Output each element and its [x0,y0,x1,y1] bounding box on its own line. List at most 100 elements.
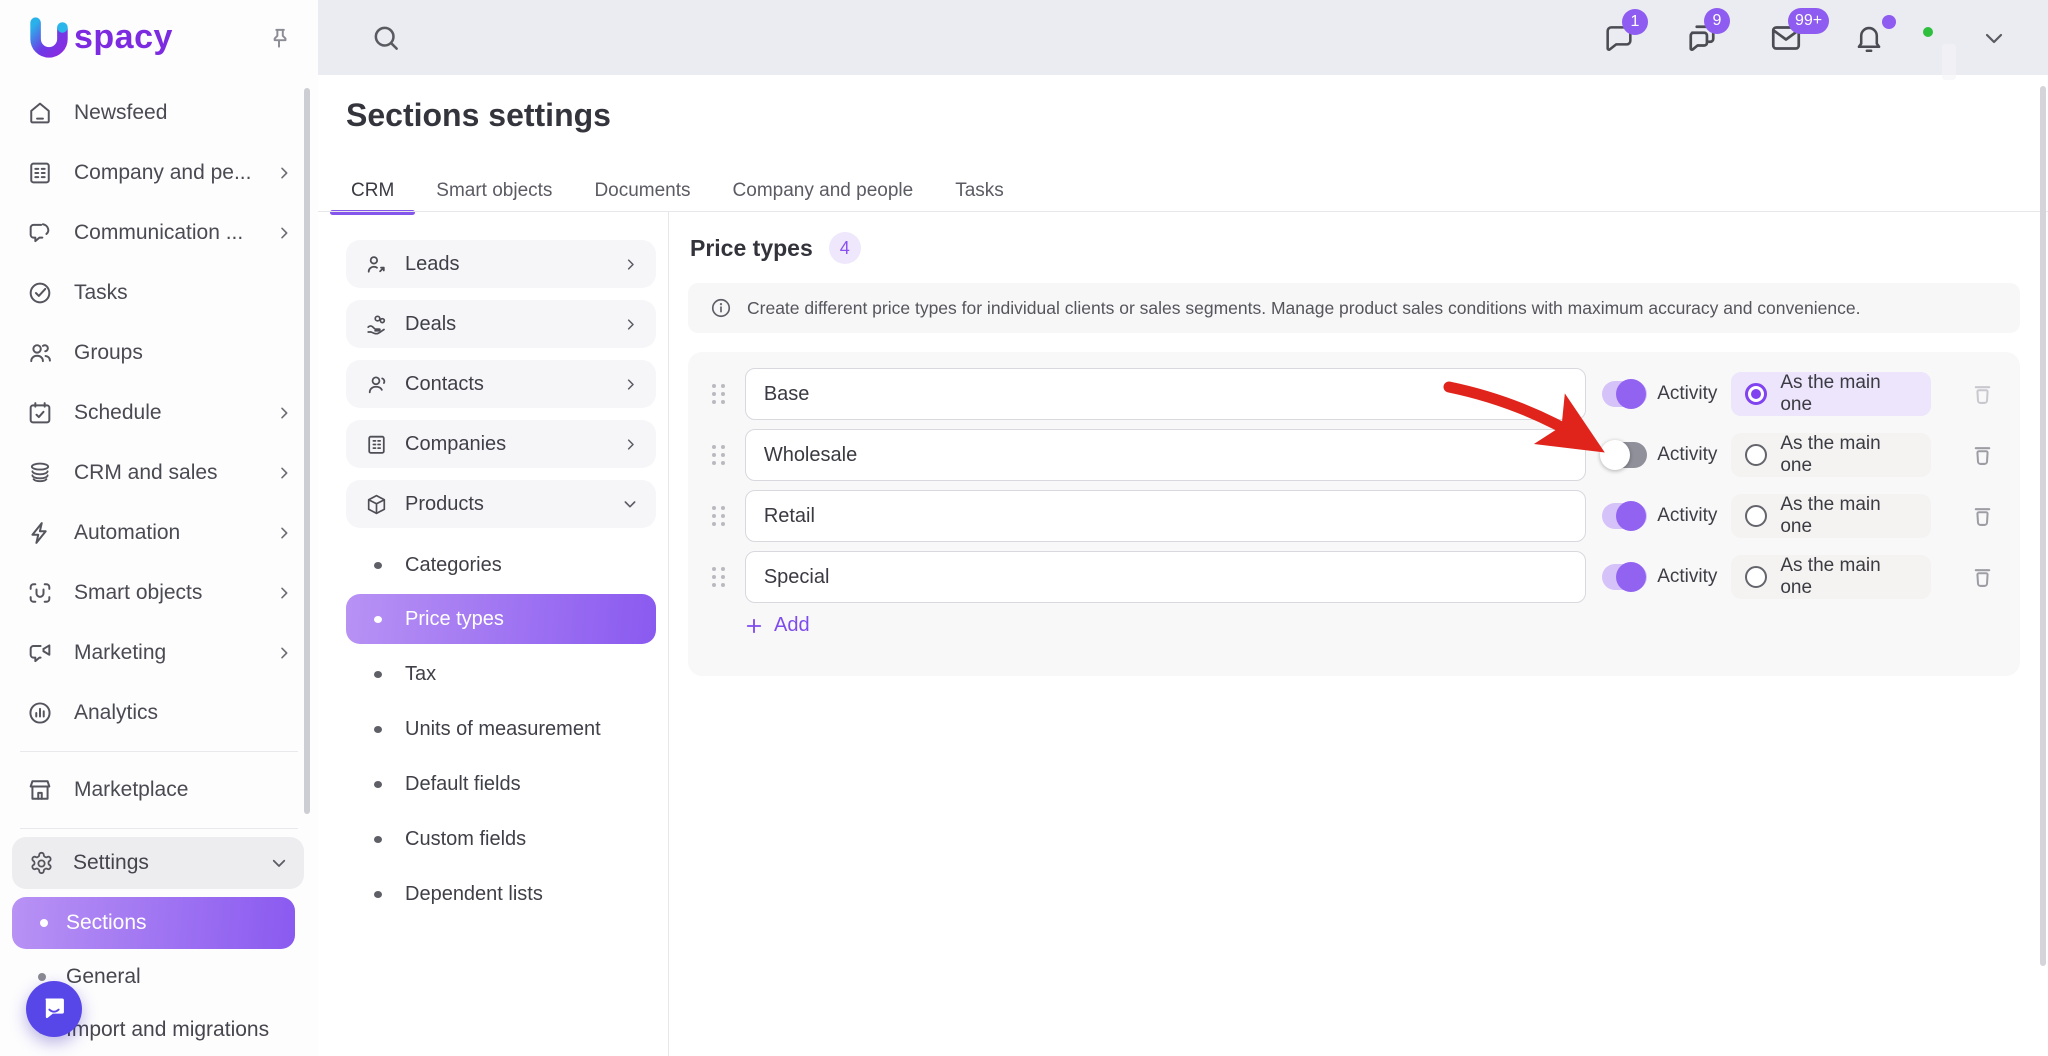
lightning-icon [26,519,54,547]
radio-icon [1745,383,1768,405]
crm-nav-label: Companies [405,432,507,455]
crm-nav-deals[interactable]: Deals [346,300,656,348]
bullet-icon [374,890,382,898]
info-banner: Create different price types for individ… [688,283,2020,333]
chevron-down-icon[interactable] [1982,26,2006,50]
info-icon [710,297,732,319]
as-main-option[interactable]: As the main one [1731,555,1931,599]
sidebar-item-sections[interactable]: Sections [12,897,295,949]
pin-sidebar-icon[interactable] [266,25,292,51]
crm-nav-contacts[interactable]: Contacts [346,360,656,408]
delete-icon[interactable] [1969,564,1996,591]
activity-toggle[interactable] [1599,440,1648,470]
sidebar-item-marketing[interactable]: Marketing [0,623,318,683]
sidebar-item-automation[interactable]: Automation [0,503,318,563]
sidebar-item-groups[interactable]: Groups [0,323,318,383]
content-area: Sections settings CRM Smart objects Docu… [318,75,2048,1056]
chevron-right-icon [276,225,292,241]
drag-handle-icon[interactable] [712,506,726,526]
as-main-option[interactable]: As the main one [1731,433,1931,477]
sidebar-item-label: Groups [74,341,143,364]
crm-sub-dependent-lists[interactable]: Dependent lists [346,872,656,916]
activity-toggle[interactable] [1601,501,1648,531]
price-type-row: Activity As the main one [712,490,1996,542]
crm-sub-custom-fields[interactable]: Custom fields [346,817,656,861]
chevron-down-icon [270,854,288,872]
add-price-type-button[interactable]: Add [744,614,810,637]
crm-sub-tax[interactable]: Tax [346,652,656,696]
section-title: Price types [690,234,813,261]
drag-handle-icon[interactable] [712,384,726,404]
sidebar-item-crm-and-sales[interactable]: CRM and sales [0,443,318,503]
sidebar-item-label: Newsfeed [74,101,168,124]
as-main-option[interactable]: As the main one [1731,494,1931,538]
crm-sub-label: Tax [405,662,437,685]
radio-icon [1745,505,1768,527]
sidebar-item-settings[interactable]: Settings [12,837,304,889]
sidebar-scrollbar[interactable] [304,88,310,814]
mail-icon[interactable]: 99+ [1768,7,1830,56]
crm-nav-leads[interactable]: Leads [346,240,656,288]
price-type-name-input[interactable] [744,551,1586,603]
price-type-row: Activity As the main one [712,551,1996,603]
chat-icon[interactable]: 1 [1602,8,1648,55]
crm-nav-companies[interactable]: Companies [346,420,656,468]
sidebar-item-smart-objects[interactable]: Smart objects [0,563,318,623]
support-chat-button[interactable] [26,981,82,1037]
drag-handle-icon[interactable] [712,567,726,587]
as-main-option[interactable]: As the main one [1731,372,1931,416]
crm-sub-label: Categories [405,553,502,576]
crm-sub-categories[interactable]: Categories [346,543,656,587]
drag-handle-icon[interactable] [712,445,726,465]
group-chat-icon[interactable]: 9 [1684,7,1730,56]
groups-icon [26,339,54,367]
activity-toggle[interactable] [1601,562,1648,592]
contacts-icon [364,372,389,397]
sidebar-item-label: Smart objects [74,581,203,604]
sidebar-item-schedule[interactable]: Schedule [0,383,318,443]
bullet-icon [374,835,382,843]
sidebar-divider [20,751,298,752]
page-scrollbar[interactable] [2040,86,2046,966]
sidebar-item-label: Import and migrations [66,1018,270,1041]
chevron-right-icon [623,317,638,332]
chevron-right-icon [276,165,292,181]
crm-sub-price-types[interactable]: Price types [346,594,656,644]
crm-sub-default-fields[interactable]: Default fields [346,762,656,806]
tab-crm[interactable]: CRM [330,170,416,215]
as-main-label: As the main one [1780,494,1881,537]
sidebar-item-company-and-people[interactable]: Company and pe... [0,143,318,203]
sidebar-item-newsfeed[interactable]: Newsfeed [0,83,318,143]
divider [668,212,669,1056]
plus-icon [746,618,762,633]
logo[interactable]: spacy [0,0,318,75]
tab-tasks[interactable]: Tasks [934,170,1025,212]
sidebar-item-label: Marketplace [74,778,189,801]
tab-company-and-people[interactable]: Company and people [712,170,935,212]
brand-wordmark: spacy [74,18,173,56]
price-type-name-input[interactable] [744,490,1586,542]
delete-icon[interactable] [1969,442,1996,469]
crm-sub-units-of-measurement[interactable]: Units of measurement [346,707,656,751]
delete-icon[interactable] [1969,503,1996,530]
tab-documents[interactable]: Documents [573,170,711,212]
crm-nav-products[interactable]: Products [346,480,656,528]
bullet-icon [374,780,382,788]
price-type-name-input[interactable] [744,429,1586,481]
uspacy-logo-icon [30,16,68,58]
bullet-icon [40,919,48,927]
tab-smart-objects[interactable]: Smart objects [415,170,573,212]
chevron-right-icon [623,257,638,272]
topbar-icons: 1 9 99+ [1602,7,2006,56]
price-type-name-input[interactable] [744,368,1586,420]
companies-icon [364,432,389,457]
delete-icon[interactable] [1969,381,1996,408]
search-icon[interactable] [370,22,402,54]
sidebar-item-analytics[interactable]: Analytics [0,683,318,743]
sidebar-item-tasks[interactable]: Tasks [0,263,318,323]
sidebar-item-communication[interactable]: Communication ... [0,203,318,263]
bell-icon[interactable] [1852,14,1896,55]
sidebar-item-marketplace[interactable]: Marketplace [0,760,318,820]
chevron-right-icon [623,377,638,392]
activity-toggle[interactable] [1601,379,1648,409]
